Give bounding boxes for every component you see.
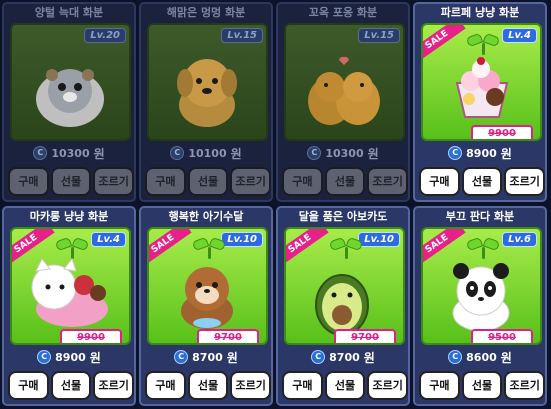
beg-button[interactable]: 조르기 (367, 167, 408, 196)
buy-button[interactable]: 구매 (145, 167, 186, 196)
buy-button[interactable]: 구매 (282, 371, 323, 400)
coin-icon: C (37, 350, 52, 364)
currency: 원 (93, 146, 105, 161)
buy-button[interactable]: 구매 (419, 371, 460, 400)
price: 8600 (466, 350, 497, 364)
shop-card[interactable]: 행복한 아기수달 SALE Lv.10 9700 C 8700 원 구매 선물 … (139, 206, 273, 406)
coin-icon: C (174, 350, 189, 364)
shop-card[interactable]: 파르페 냥냥 화분 SALE Lv.4 9900 C 8900 원 구매 선물 … (413, 2, 547, 202)
item-title: 달을 품은 아보카도 (298, 210, 388, 223)
currency: 원 (500, 146, 512, 161)
gift-button[interactable]: 선물 (50, 371, 92, 400)
price-row: C 10300 원 (278, 143, 408, 163)
price: 8700 (192, 350, 223, 364)
price: 8700 (329, 350, 360, 364)
shop-card[interactable]: 해맑은 멍멍 화분 Lv.15 C 10100 원 구매 선물 조르기 (139, 2, 273, 202)
item-scene[interactable]: SALE Lv.10 9700 (147, 227, 268, 345)
panda-icon (452, 263, 510, 332)
parfait-icon (455, 57, 509, 118)
item-title: 부끄 판다 화분 (445, 210, 515, 223)
shop-card[interactable]: 꼬옥 포옹 화분 Lv.15 C 10300 원 구매 선물 조르기 (276, 2, 410, 202)
beg-button[interactable]: 조르기 (504, 167, 545, 196)
coin-icon: C (448, 350, 463, 364)
shop-card[interactable]: 달을 품은 아보카도 SALE Lv.10 9700 C 8700 원 구매 선… (276, 206, 410, 406)
avocado-icon (315, 274, 369, 336)
shop-grid: 양털 늑대 화분 Lv.20 C 10300 원 구매 선물 조르기 해맑은 멍… (2, 2, 549, 407)
price-row: C 10100 원 (141, 143, 271, 163)
item-scene[interactable]: SALE Lv.10 9700 (284, 227, 405, 345)
sheep-wolf-icon (36, 69, 104, 127)
item-scene[interactable]: Lv.20 (10, 23, 131, 141)
macaron-cat-icon (31, 257, 108, 327)
gift-button[interactable]: 선물 (50, 167, 92, 196)
old-price: 9700 (197, 329, 259, 343)
shop-card[interactable]: 부끄 판다 화분 SALE Lv.6 9500 C 8600 원 구매 선물 조… (413, 206, 547, 406)
item-scene[interactable]: Lv.15 (147, 23, 268, 141)
price-row: C 8700 원 (141, 347, 271, 367)
buy-button[interactable]: 구매 (282, 167, 323, 196)
currency: 원 (363, 350, 375, 365)
price-row: C 10300 원 (4, 143, 134, 163)
currency: 원 (89, 350, 101, 365)
coin-icon: C (33, 146, 48, 160)
shop-card[interactable]: 마카롱 냥냥 화분 SALE Lv.4 9900 C 8900 원 구매 선물 … (2, 206, 136, 406)
puppy-icon (177, 59, 237, 127)
price-row: C 8600 원 (415, 347, 545, 367)
currency: 원 (230, 146, 242, 161)
price-row: C 8900 원 (415, 143, 545, 163)
otter-icon (181, 267, 233, 329)
hug-dogs-icon (308, 56, 380, 125)
item-scene[interactable]: SALE Lv.4 9900 (10, 227, 131, 345)
gift-button[interactable]: 선물 (187, 371, 229, 400)
old-price: 9900 (471, 125, 533, 139)
gift-button[interactable]: 선물 (461, 167, 503, 196)
coin-icon: C (170, 146, 185, 160)
currency: 원 (367, 146, 379, 161)
item-scene[interactable]: SALE Lv.4 9900 (421, 23, 542, 141)
old-price: 9500 (471, 329, 533, 343)
buy-button[interactable]: 구매 (419, 167, 460, 196)
currency: 원 (500, 350, 512, 365)
beg-button[interactable]: 조르기 (367, 371, 408, 400)
item-title: 행복한 아기수달 (168, 210, 244, 223)
shop-card[interactable]: 양털 늑대 화분 Lv.20 C 10300 원 구매 선물 조르기 (2, 2, 136, 202)
old-price: 9900 (60, 329, 122, 343)
price-row: C 8700 원 (278, 347, 408, 367)
price: 8900 (466, 146, 497, 160)
price-row: C 8900 원 (4, 347, 134, 367)
gift-button[interactable]: 선물 (187, 167, 229, 196)
gift-button[interactable]: 선물 (324, 167, 366, 196)
price: 8900 (55, 350, 86, 364)
price: 10300 (51, 146, 90, 160)
item-title: 해맑은 멍멍 화분 (166, 6, 246, 19)
beg-button[interactable]: 조르기 (230, 371, 271, 400)
buy-button[interactable]: 구매 (8, 371, 49, 400)
beg-button[interactable]: 조르기 (93, 167, 134, 196)
coin-icon: C (307, 146, 322, 160)
currency: 원 (226, 350, 238, 365)
price: 10100 (188, 146, 227, 160)
item-title: 꼬옥 포옹 화분 (308, 6, 378, 19)
buy-button[interactable]: 구매 (145, 371, 186, 400)
item-scene[interactable]: SALE Lv.6 9500 (421, 227, 542, 345)
gift-button[interactable]: 선물 (324, 371, 366, 400)
beg-button[interactable]: 조르기 (230, 167, 271, 196)
item-scene[interactable]: Lv.15 (284, 23, 405, 141)
item-title: 양털 늑대 화분 (34, 6, 104, 19)
item-title: 파르페 냥냥 화분 (440, 6, 520, 19)
price: 10300 (325, 146, 364, 160)
beg-button[interactable]: 조르기 (93, 371, 134, 400)
buy-button[interactable]: 구매 (8, 167, 49, 196)
gift-button[interactable]: 선물 (461, 371, 503, 400)
coin-icon: C (311, 350, 326, 364)
old-price: 9700 (334, 329, 396, 343)
coin-icon: C (448, 146, 463, 160)
item-title: 마카롱 냥냥 화분 (29, 210, 109, 223)
beg-button[interactable]: 조르기 (504, 371, 545, 400)
